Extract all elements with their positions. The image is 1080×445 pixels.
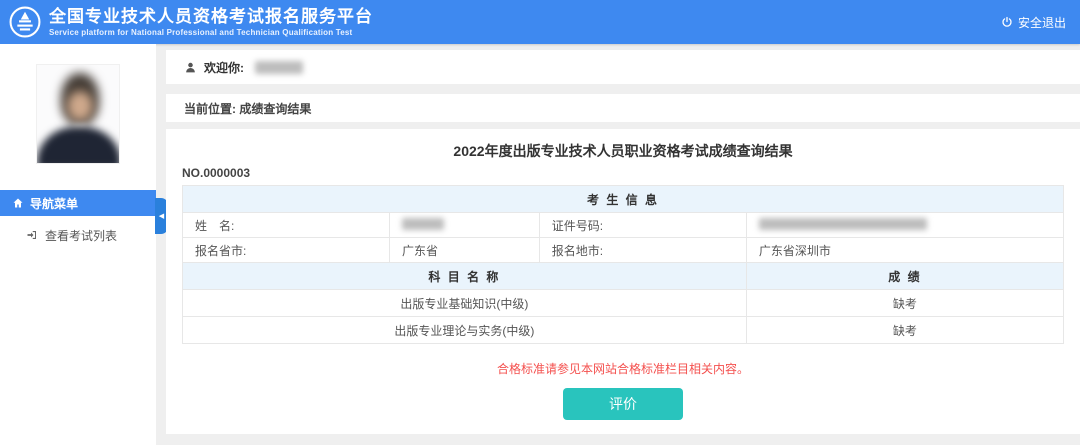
app-title: 全国专业技术人员资格考试报名服务平台 [49,7,373,27]
city-label: 报名地市: [539,238,746,263]
subject-column-header: 科 目 名 称 [183,263,747,290]
user-icon [184,61,197,74]
safe-logout-button[interactable]: 安全退出 [1001,14,1066,31]
subject-score: 缺考 [746,290,1063,317]
table-row: 出版专业理论与实务(中级) 缺考 [183,317,1064,344]
candidate-info-header: 考 生 信 息 [183,186,1064,213]
nav-menu-title: 导航菜单 [30,195,78,212]
subject-score: 缺考 [746,317,1063,344]
subject-name: 出版专业基础知识(中级) [183,290,747,317]
power-icon [1001,16,1013,28]
sidebar-item-label: 查看考试列表 [45,227,117,244]
id-number-redacted [759,218,927,230]
result-panel: 2022年度出版专业技术人员职业资格考试成绩查询结果 NO.0000003 考 … [166,129,1080,434]
home-icon [12,197,24,209]
welcome-label: 欢迎你: [204,59,244,76]
table-row: 报名省市: 广东省 报名地市: 广东省深圳市 [183,238,1064,263]
sign-in-arrow-icon [26,229,38,241]
collapse-arrow-icon: ◀ [159,212,164,220]
province-value: 广东省 [390,238,540,263]
serial-number: NO.0000003 [182,166,1064,180]
id-number-value [746,213,1063,238]
sidebar: 导航菜单 查看考试列表 [0,44,156,445]
title-block: 全国专业技术人员资格考试报名服务平台 Service platform for … [49,7,373,38]
evaluate-button[interactable]: 评价 [563,388,683,420]
table-row: 出版专业基础知识(中级) 缺考 [183,290,1064,317]
breadcrumb-text: 当前位置: 成绩查询结果 [184,100,311,117]
name-label: 姓 名: [183,213,390,238]
name-redacted [402,218,444,230]
table-row: 姓 名: 证件号码: [183,213,1064,238]
page-title: 2022年度出版专业技术人员职业资格考试成绩查询结果 [182,141,1064,161]
app-header: 全国专业技术人员资格考试报名服务平台 Service platform for … [0,0,1080,44]
result-table: 考 生 信 息 姓 名: 证件号码: 报名省市: 广东省 报名地市: 广东省深圳… [182,185,1064,344]
logout-label: 安全退出 [1018,14,1066,31]
breadcrumb: 当前位置: 成绩查询结果 [166,94,1080,122]
sidebar-item-exam-list[interactable]: 查看考试列表 [0,224,156,246]
score-header-row: 科 目 名 称 成 绩 [183,263,1064,290]
candidate-photo [36,64,120,164]
nav-menu-header: 导航菜单 [0,190,156,216]
platform-logo-icon [8,5,42,39]
score-column-header: 成 绩 [746,263,1063,290]
content-area: 欢迎你: 当前位置: 成绩查询结果 2022年度出版专业技术人员职业资格考试成绩… [166,44,1080,445]
welcome-bar: 欢迎你: [166,50,1080,84]
name-value [390,213,540,238]
pass-standard-note: 合格标准请参见本网站合格标准栏目相关内容。 [182,360,1064,377]
id-number-label: 证件号码: [539,213,746,238]
city-value: 广东省深圳市 [746,238,1063,263]
province-label: 报名省市: [183,238,390,263]
candidate-info-header-row: 考 生 信 息 [183,186,1064,213]
subject-name: 出版专业理论与实务(中级) [183,317,747,344]
app-subtitle: Service platform for National Profession… [49,27,373,38]
welcome-username-redacted [255,61,303,74]
